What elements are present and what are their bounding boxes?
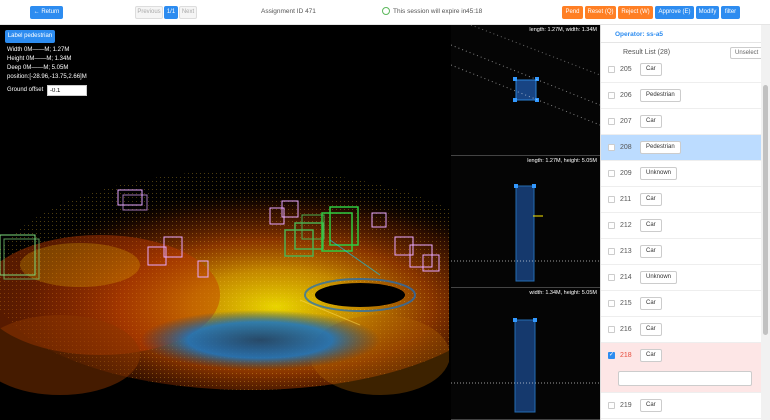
ground-offset-input[interactable] <box>47 85 87 96</box>
item-id: 206 <box>620 92 632 99</box>
next-button[interactable]: Next <box>179 6 197 19</box>
item-checkbox[interactable] <box>608 402 615 409</box>
item-checkbox[interactable] <box>608 144 615 151</box>
list-item[interactable]: 212 Car <box>601 213 762 239</box>
item-id: 209 <box>620 170 632 177</box>
assignment-id: Assignment ID 471 <box>261 8 316 15</box>
item-label[interactable]: Car <box>640 297 662 310</box>
item-label[interactable]: Unknown <box>640 271 678 284</box>
item-checkbox[interactable] <box>608 222 615 229</box>
operator-label: Operator: ss-a5 <box>615 31 664 38</box>
deep-readout: Deep 0M——M; 5.05M <box>7 65 69 71</box>
top-view[interactable]: length: 1.27M, width: 1.34M <box>451 25 600 156</box>
list-item[interactable]: 205 Car <box>601 57 762 83</box>
item-label[interactable]: Car <box>640 219 662 232</box>
item-checkbox[interactable] <box>608 248 615 255</box>
side-view-label: width: 1.34M, height: 5.05M <box>529 290 597 296</box>
item-id: 211 <box>620 196 632 203</box>
item-label[interactable]: Pedestrian <box>640 89 681 102</box>
item-checkbox[interactable] <box>608 300 615 307</box>
item-comment-field[interactable] <box>618 371 752 386</box>
item-label[interactable]: Car <box>640 115 662 128</box>
filter-button[interactable]: filter <box>721 6 740 19</box>
ground-offset-label: Ground offset <box>7 87 44 93</box>
item-id: 208 <box>620 144 632 151</box>
scrollbar-thumb[interactable] <box>763 85 768 335</box>
reject-button[interactable]: Reject (W) <box>618 6 653 19</box>
side-views: length: 1.27M, width: 1.34M length: 1.27… <box>449 25 600 420</box>
item-label[interactable]: Car <box>640 193 662 206</box>
list-item[interactable]: 213 Car <box>601 239 762 265</box>
width-readout: Width 0M——M; 1.27M <box>7 47 70 53</box>
list-item[interactable]: 219 Car <box>601 393 762 419</box>
item-label[interactable]: Car <box>640 63 662 76</box>
item-checkbox[interactable] <box>608 118 615 125</box>
item-id: 214 <box>620 274 632 281</box>
item-checkbox[interactable] <box>608 66 615 73</box>
item-id: 207 <box>620 118 632 125</box>
list-item[interactable]: 215 Car <box>601 291 762 317</box>
list-item[interactable]: 216 Car <box>601 317 762 343</box>
list-item[interactable]: 214 Unknown <box>601 265 762 291</box>
side-view[interactable]: width: 1.34M, height: 5.05M <box>451 288 600 420</box>
item-checkbox[interactable] <box>608 274 615 281</box>
ego-vehicle-shadow <box>315 283 405 307</box>
list-item-selected[interactable]: 208 Pedestrian <box>601 135 762 161</box>
list-item-checked[interactable]: ✓ 218 Car <box>601 343 762 393</box>
page-indicator: 1/1 <box>164 6 178 19</box>
point-cloud-3d-view[interactable]: Label pedestrian Width 0M——M; 1.27M Heig… <box>0 25 449 420</box>
item-checkbox[interactable] <box>608 326 615 333</box>
list-item[interactable]: 211 Car <box>601 187 762 213</box>
session-expire-time: 45:18 <box>466 8 483 15</box>
item-label[interactable]: Car <box>640 349 662 362</box>
item-id: 205 <box>620 66 632 73</box>
list-item[interactable]: 207 Car <box>601 109 762 135</box>
result-list-title: Result List (28) <box>623 49 671 56</box>
top-view-label: length: 1.27M, width: 1.34M <box>529 27 597 33</box>
session-check-icon <box>382 7 390 15</box>
reset-button[interactable]: Reset (Q) <box>585 6 616 19</box>
pend-button[interactable]: Pend <box>562 6 583 19</box>
label-pedestrian-button[interactable]: Label pedestrian <box>5 30 55 43</box>
item-label[interactable]: Car <box>640 245 662 258</box>
panel-scrollbar[interactable] <box>761 25 770 420</box>
previous-button[interactable]: Previous <box>135 6 163 19</box>
item-label[interactable]: Unknown <box>640 167 678 180</box>
item-id: 216 <box>620 326 632 333</box>
item-id: 219 <box>620 402 632 409</box>
near-ground-points <box>140 310 380 370</box>
front-view-label: length: 1.27M, height: 5.05M <box>527 158 597 164</box>
height-readout: Height 0M——M; 1.34M <box>7 56 72 62</box>
modify-button[interactable]: Modify <box>696 6 719 19</box>
result-panel: Operator: ss-a5 Result List (28) Unselec… <box>600 25 764 420</box>
top-toolbar: ← Return Previous 1/1 Next Assignment ID… <box>0 0 770 25</box>
front-view[interactable]: length: 1.27M, height: 5.05M <box>451 156 600 288</box>
item-checkbox[interactable] <box>608 170 615 177</box>
item-checkbox[interactable] <box>608 196 615 203</box>
item-checkbox[interactable] <box>608 92 615 99</box>
list-item[interactable]: 209 Unknown <box>601 161 762 187</box>
item-checkbox-checked[interactable]: ✓ <box>608 352 615 359</box>
list-item[interactable]: 206 Pedestrian <box>601 83 762 109</box>
item-label[interactable]: Car <box>640 323 662 336</box>
item-id: 215 <box>620 300 632 307</box>
position-readout: position:[-28.96,-13.75,2.66]M <box>7 74 87 80</box>
return-button[interactable]: ← Return <box>30 6 63 19</box>
item-id: 212 <box>620 222 632 229</box>
item-id: 213 <box>620 248 632 255</box>
approve-button[interactable]: Approve (E) <box>655 6 694 19</box>
item-label[interactable]: Car <box>640 399 662 412</box>
item-label[interactable]: Pedestrian <box>640 141 681 154</box>
session-expire-text: This session will expire in <box>393 8 467 15</box>
item-id: 218 <box>620 352 632 359</box>
